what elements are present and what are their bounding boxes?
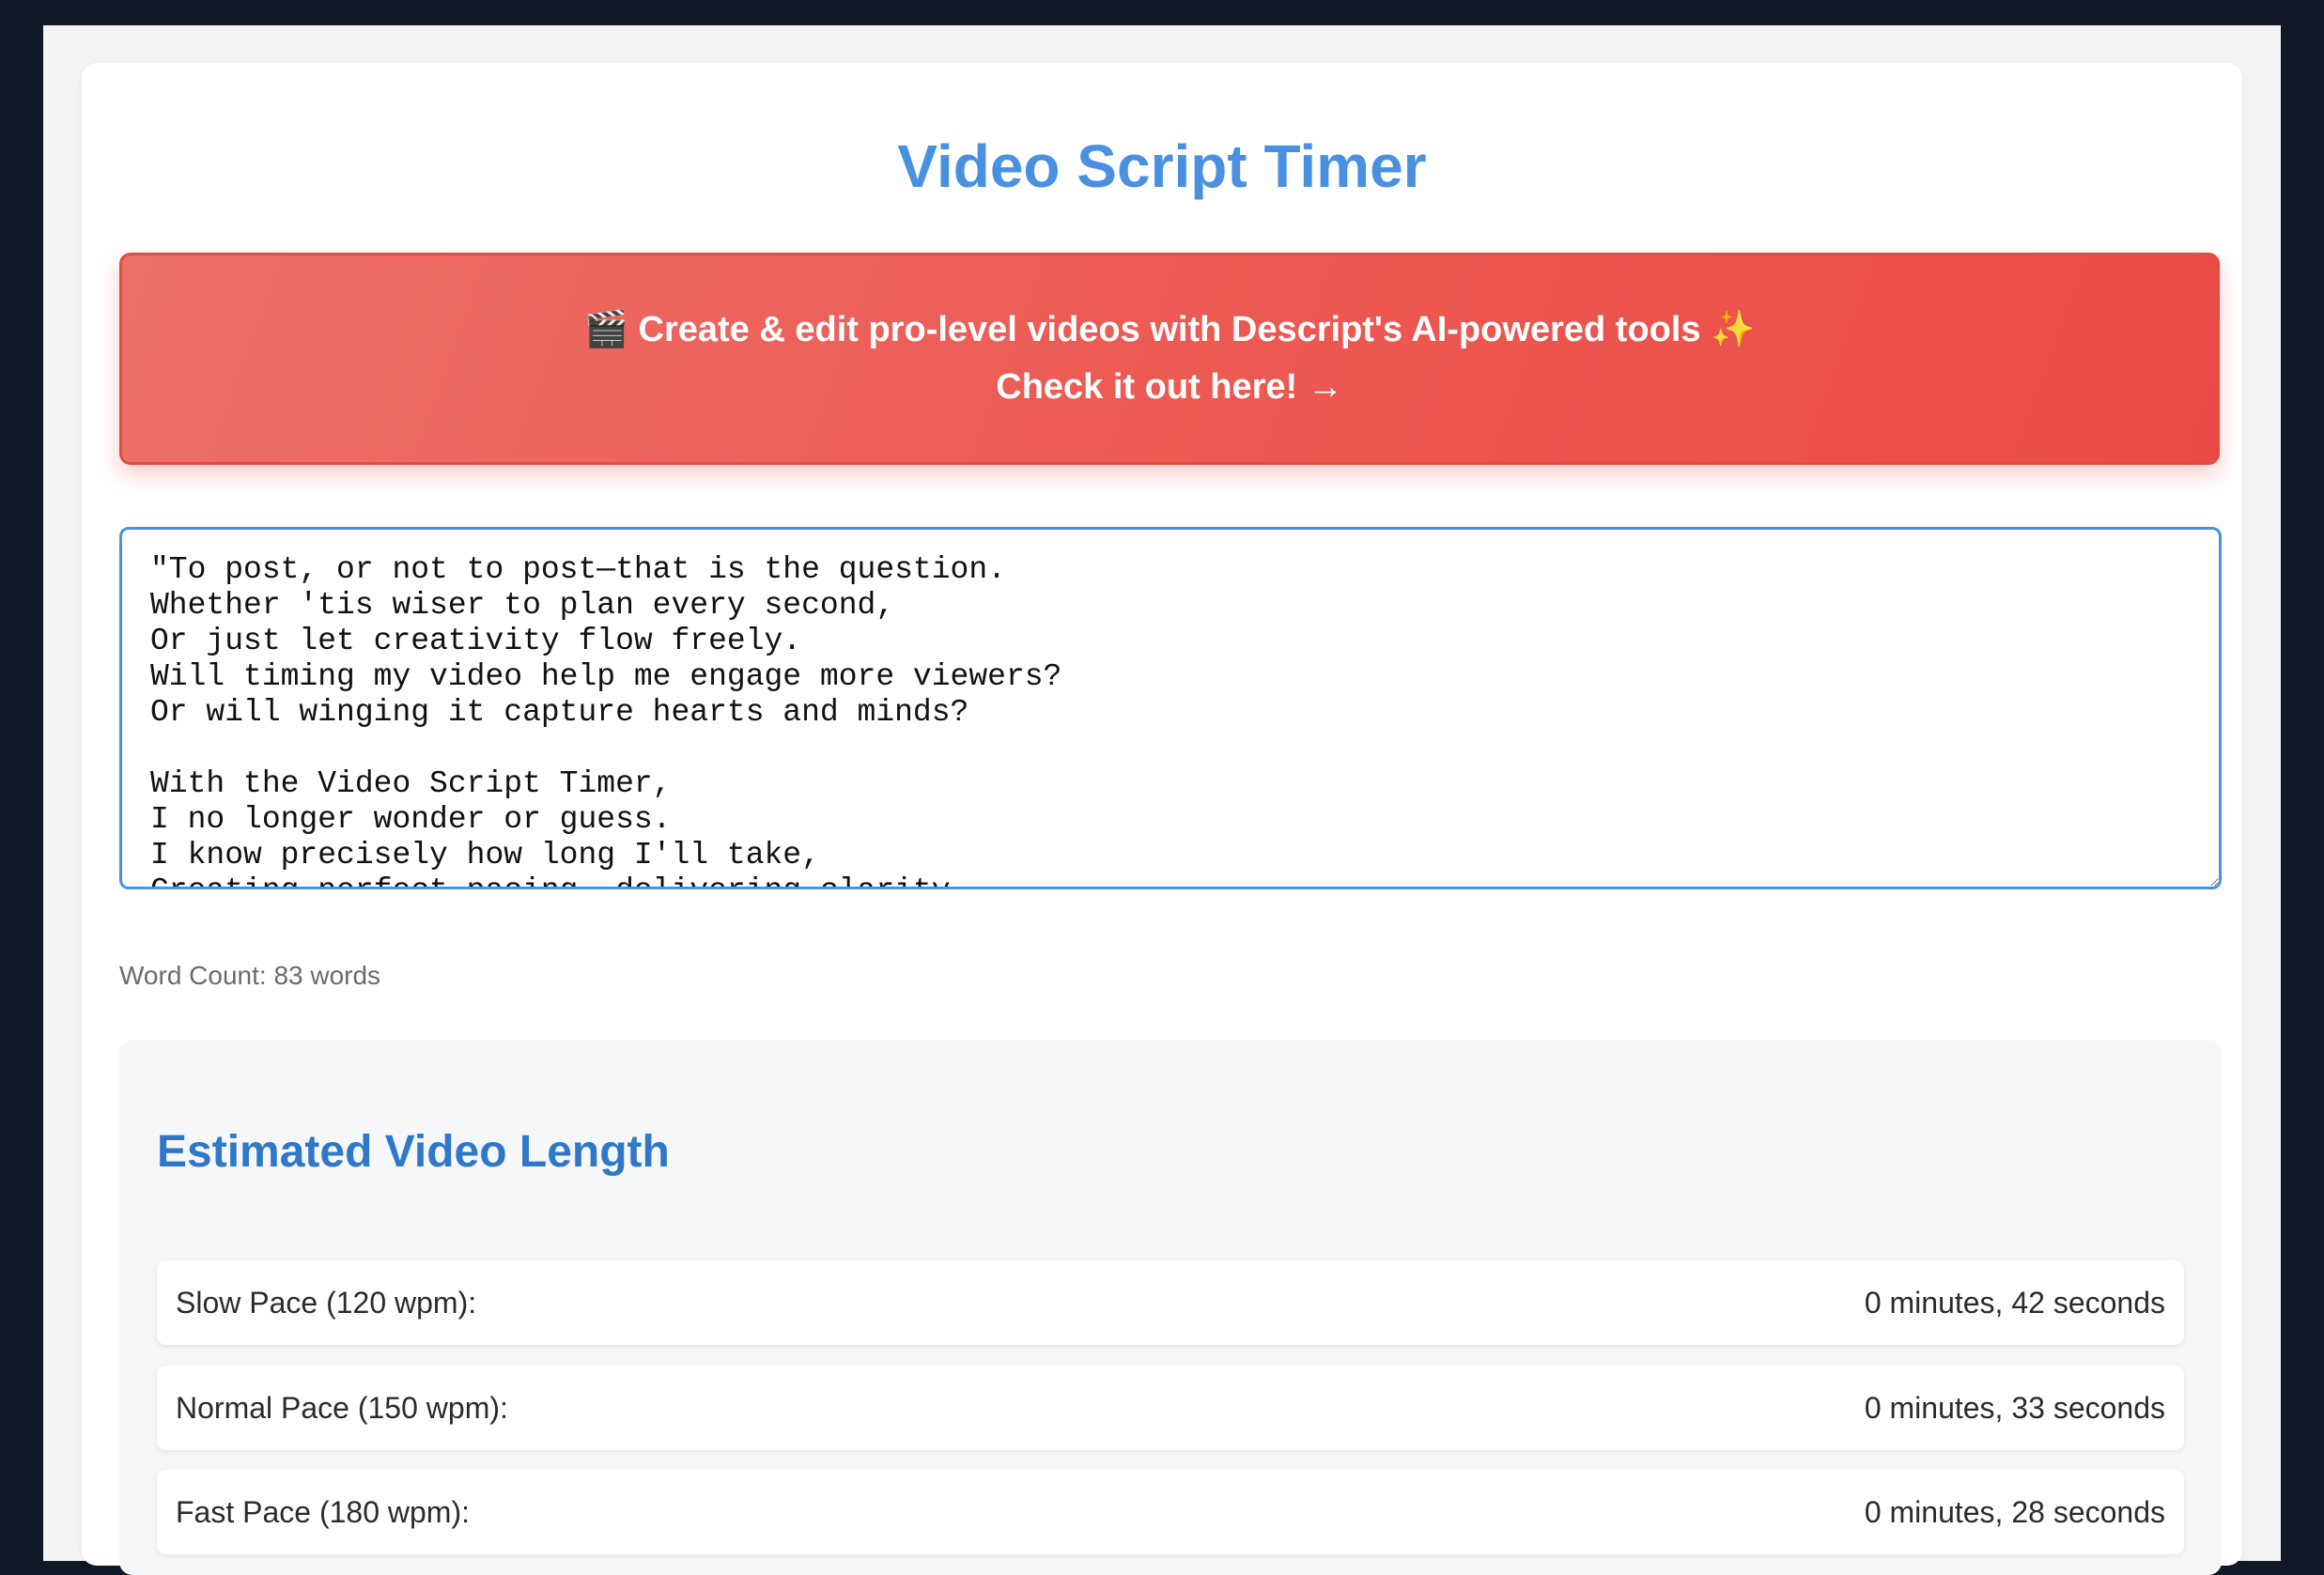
sparkles-icon: ✨ (1711, 308, 1756, 349)
promo-link[interactable]: Check it out here! → (122, 367, 2217, 408)
pace-duration: 0 minutes, 33 seconds (1864, 1391, 2165, 1425)
descript-promo-banner[interactable]: 🎬 Create & edit pro-level videos with De… (119, 253, 2220, 465)
clapperboard-icon: 🎬 (583, 308, 628, 349)
pace-row-fast: Fast Pace (180 wpm): 0 minutes, 28 secon… (157, 1470, 2184, 1554)
pace-duration: 0 minutes, 28 seconds (1864, 1495, 2165, 1529)
page-title: Video Script Timer (897, 132, 1427, 200)
promo-headline-text: Create & edit pro-level videos with Desc… (638, 310, 1701, 349)
pace-label: Fast Pace (180 wpm): (176, 1495, 470, 1529)
pace-label: Normal Pace (150 wpm): (176, 1391, 508, 1425)
script-textarea[interactable]: "To post, or not to post—that is the que… (119, 527, 2222, 889)
pace-row-slow: Slow Pace (120 wpm): 0 minutes, 42 secon… (157, 1260, 2184, 1345)
results-heading: Estimated Video Length (157, 1127, 670, 1177)
pace-duration: 0 minutes, 42 seconds (1864, 1286, 2165, 1320)
script-input-wrapper: "To post, or not to post—that is the que… (119, 527, 2222, 889)
page-background: Video Script Timer 🎬 Create & edit pro-l… (43, 25, 2281, 1575)
promo-headline: 🎬 Create & edit pro-level videos with De… (122, 308, 2217, 350)
results-panel: Estimated Video Length Slow Pace (120 wp… (119, 1040, 2222, 1575)
main-card: Video Script Timer 🎬 Create & edit pro-l… (82, 63, 2242, 1575)
word-count: Word Count: 83 words (119, 961, 381, 990)
pace-row-normal: Normal Pace (150 wpm): 0 minutes, 33 sec… (157, 1366, 2184, 1450)
pace-label: Slow Pace (120 wpm): (176, 1286, 477, 1320)
